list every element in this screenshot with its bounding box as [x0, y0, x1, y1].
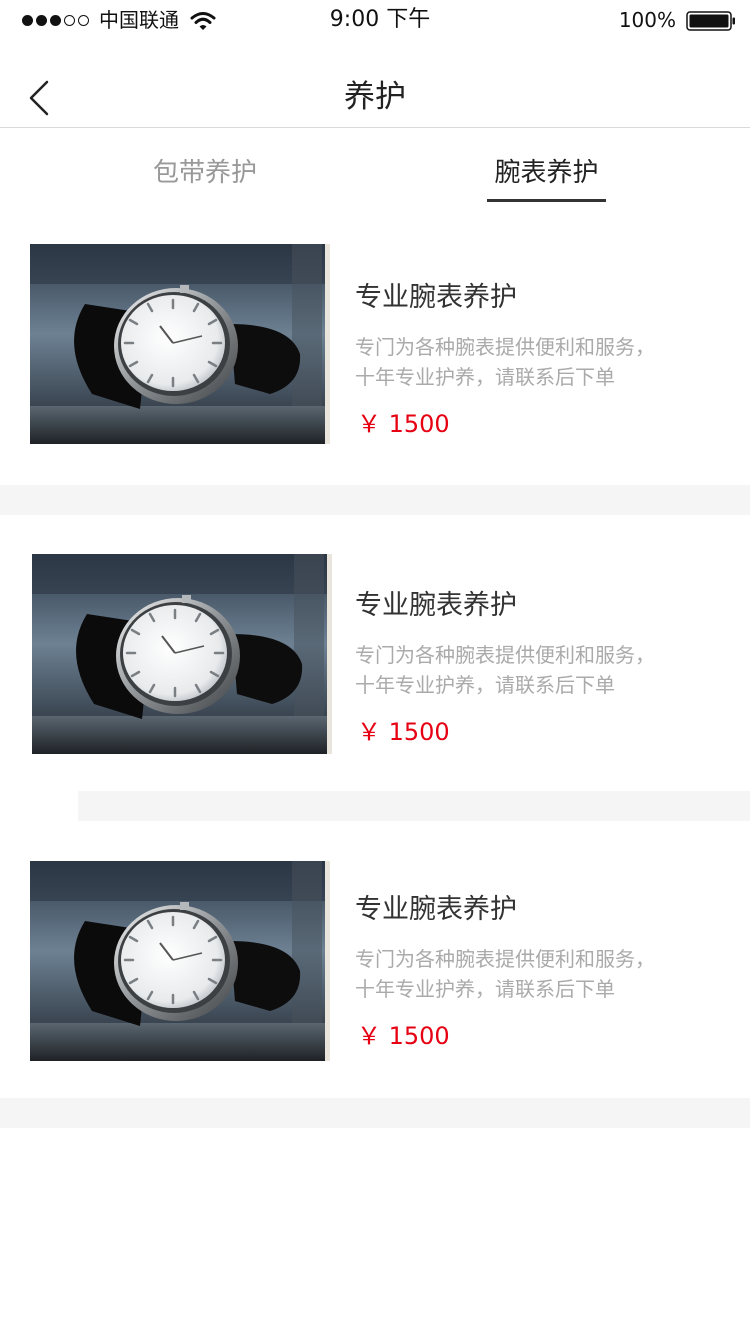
navigation-bar: 养护: [0, 64, 750, 128]
item-description-line: 专门为各种腕表提供便利和服务，: [355, 643, 655, 667]
item-description: 专门为各种腕表提供便利和服务， 十年专业护养，请联系后下单: [355, 640, 735, 700]
item-price: ￥ 1500: [357, 718, 450, 746]
battery-icon: [686, 11, 735, 31]
item-description: 专门为各种腕表提供便利和服务， 十年专业护养，请联系后下单: [355, 944, 735, 1004]
tab-bar: 包带养护 腕表养护: [0, 128, 750, 218]
tab-strap-care[interactable]: 包带养护: [150, 156, 260, 190]
watch-image: [30, 861, 330, 1061]
list-item[interactable]: 专业腕表养护 专门为各种腕表提供便利和服务， 十年专业护养，请联系后下单 ￥ 1…: [0, 244, 750, 444]
list-item[interactable]: 专业腕表养护 专门为各种腕表提供便利和服务， 十年专业护养，请联系后下单 ￥ 1…: [0, 861, 750, 1061]
item-title: 专业腕表养护: [355, 282, 517, 313]
item-description-line: 专门为各种腕表提供便利和服务，: [355, 335, 655, 359]
section-divider: [78, 791, 750, 821]
item-description-line: 十年专业护养，请联系后下单: [355, 673, 615, 697]
watch-image: [32, 554, 332, 754]
section-divider: [0, 485, 750, 515]
page-title: 养护: [344, 79, 406, 115]
active-tab-indicator: [487, 199, 606, 202]
item-price: ￥ 1500: [357, 1022, 450, 1050]
status-bar: 中国联通 9:00 下午 100%: [0, 0, 750, 40]
battery-percentage: 100%: [618, 8, 676, 32]
tab-watch-care[interactable]: 腕表养护: [487, 156, 606, 190]
item-description-line: 十年专业护养，请联系后下单: [355, 977, 615, 1001]
item-title: 专业腕表养护: [355, 894, 517, 925]
item-description: 专门为各种腕表提供便利和服务， 十年专业护养，请联系后下单: [355, 332, 735, 392]
item-title: 专业腕表养护: [355, 590, 517, 621]
item-price: ￥ 1500: [357, 410, 450, 438]
list-item[interactable]: 专业腕表养护 专门为各种腕表提供便利和服务， 十年专业护养，请联系后下单 ￥ 1…: [0, 554, 750, 754]
section-divider: [0, 1098, 750, 1128]
watch-image: [30, 244, 330, 444]
item-description-line: 专门为各种腕表提供便利和服务，: [355, 947, 655, 971]
item-description-line: 十年专业护养，请联系后下单: [355, 365, 615, 389]
